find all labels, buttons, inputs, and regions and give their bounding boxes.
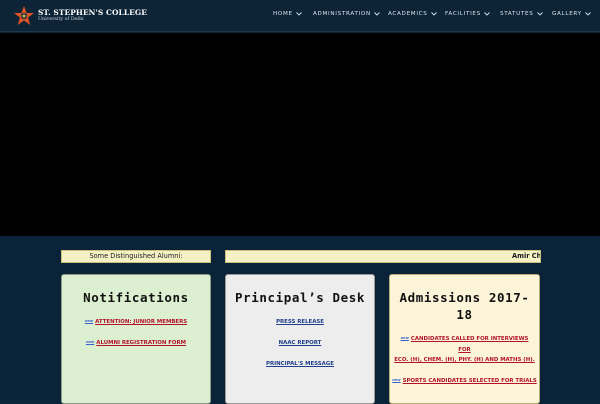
nav-statutes-label: STATUTES xyxy=(500,11,534,17)
principals-message-link[interactable]: PRINCIPAL'S MESSAGE xyxy=(226,361,374,367)
principals-desk-card: Principal’s Desk PRESS RELEASE NAAC REPO… xyxy=(225,274,375,404)
ticker-mask xyxy=(541,250,600,263)
chevron-down-icon xyxy=(484,12,490,16)
new-badge-icon: new xyxy=(392,378,401,382)
notifications-card: Notifications new ATTENTION: JUNIOR MEMBE… xyxy=(61,274,211,404)
admissions-title-year: 18 xyxy=(456,307,473,322)
new-badge-icon: new xyxy=(84,319,94,323)
chevron-down-icon xyxy=(536,12,543,16)
admissions-title: Admissions 2017- xyxy=(399,290,530,305)
nav-statutes[interactable]: STATUTES xyxy=(500,11,543,17)
new-badge-icon: new xyxy=(85,340,95,344)
site-header: ST. STEPHEN'S COLLEGE University of Delh… xyxy=(0,0,600,32)
hero-slider[interactable] xyxy=(0,33,600,236)
admissions-card: Admissions 2017- 18 new CANDIDATES CALLED… xyxy=(389,274,540,404)
sports-candidates-label: SPORTS CANDIDATES SELECTED FOR TRIALS xyxy=(402,378,537,384)
chevron-down-icon xyxy=(374,12,380,16)
nav-home[interactable]: HOME xyxy=(273,11,302,17)
nav-gallery-label: GALLERY xyxy=(552,11,582,17)
principals-desk-title: Principal’s Desk xyxy=(234,290,365,305)
alumni-ticker-text[interactable]: Amir Ch xyxy=(512,251,540,262)
sports-candidates-link[interactable]: new SPORTS CANDIDATES SELECTED FOR TRIALS xyxy=(390,378,539,384)
interview-candidates-label: CANDIDATES CALLED FOR INTERVIEWS xyxy=(410,336,529,342)
press-release-link[interactable]: PRESS RELEASE xyxy=(226,319,374,325)
interview-candidates-link[interactable]: new CANDIDATES CALLED FOR INTERVIEWS xyxy=(390,336,539,342)
nav-administration-label: ADMINISTRATION xyxy=(313,11,371,17)
chevron-down-icon xyxy=(295,12,302,16)
main-nav: HOME ADMINISTRATION ACADEMICS FACILITIES… xyxy=(0,11,600,21)
notification-link-label: ATTENTION: JUNIOR MEMBERS xyxy=(95,319,188,325)
notification-link-junior-members[interactable]: new ATTENTION: JUNIOR MEMBERS xyxy=(62,319,210,325)
notification-link-alumni-form[interactable]: new ALUMNI REGISTRATION FORM xyxy=(62,340,210,346)
nav-gallery[interactable]: GALLERY xyxy=(552,11,591,17)
nav-facilities[interactable]: FACILITIES xyxy=(445,11,490,17)
nav-administration[interactable]: ADMINISTRATION xyxy=(313,11,380,17)
new-badge-icon: new xyxy=(400,336,409,340)
naac-report-link[interactable]: NAAC REPORT xyxy=(226,340,374,346)
nav-academics-label: ACADEMICS xyxy=(388,11,428,17)
interview-candidates-link-line2[interactable]: FOR xyxy=(390,347,539,353)
notification-link-label: ALUMNI REGISTRATION FORM xyxy=(96,340,187,346)
nav-facilities-label: FACILITIES xyxy=(445,11,481,17)
interview-candidates-link-line3[interactable]: ECO. (H), CHEM. (H), PHY. (H) AND MATHS … xyxy=(390,357,539,363)
chevron-down-icon xyxy=(430,12,437,16)
alumni-ticker-label: Some Distinguished Alumni: xyxy=(61,250,211,263)
nav-home-label: HOME xyxy=(273,11,293,17)
nav-academics[interactable]: ACADEMICS xyxy=(388,11,437,17)
chevron-down-icon xyxy=(584,12,591,16)
notifications-title: Notifications xyxy=(83,290,189,305)
alumni-ticker[interactable]: Amir Ch xyxy=(225,250,541,263)
